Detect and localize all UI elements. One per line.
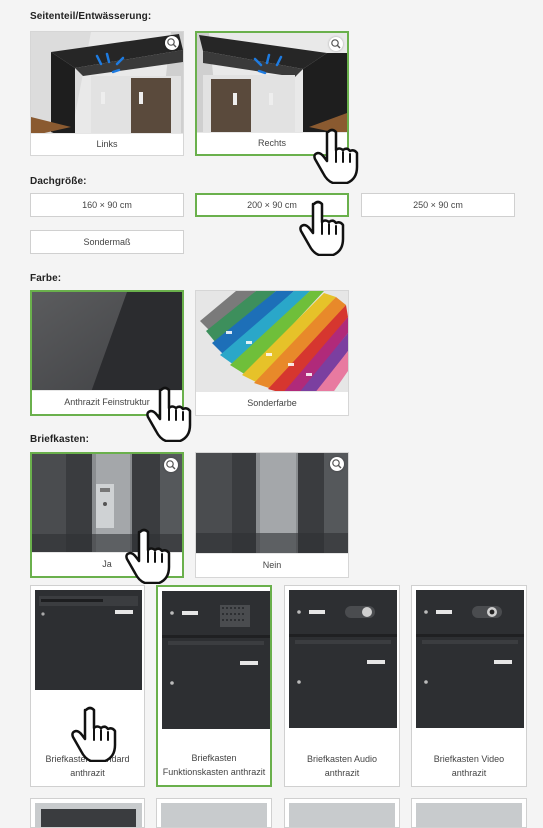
zoom-icon[interactable] (165, 36, 179, 50)
option-label: Sonderfarbe (196, 391, 348, 415)
option-label: Nein (196, 553, 348, 577)
option-briefkasten-ja[interactable]: Ja (30, 452, 184, 578)
mailbox-label: Briefkasten Standard anthrazit (45, 754, 130, 778)
mailbox-row2-item[interactable] (411, 798, 527, 828)
mailbox-steel-image (416, 803, 522, 827)
option-dach-sondermass[interactable]: Sondermaß (30, 230, 184, 254)
canopy-left-image (31, 32, 183, 136)
zoom-icon[interactable] (330, 457, 344, 471)
option-seitenteil-links[interactable]: Links (30, 31, 184, 156)
option-dach-200[interactable]: 200 × 90 cm (195, 193, 349, 217)
section-title-farbe: Farbe: (30, 273, 62, 284)
mailbox-video[interactable]: Briefkasten Video anthrazit (411, 585, 527, 787)
section-title-briefkasten: Briefkasten: (30, 434, 89, 445)
option-dach-160[interactable]: 160 × 90 cm (30, 193, 184, 217)
option-farbe-sonderfarbe[interactable]: Sonderfarbe (195, 290, 349, 416)
color-fan-image (196, 291, 348, 394)
mailbox-funktionskasten-image (162, 591, 270, 729)
option-farbe-anthrazit[interactable]: Anthrazit Feinstruktur (30, 290, 184, 416)
zoom-icon[interactable] (329, 37, 343, 51)
mailbox-audio[interactable]: Briefkasten Audio anthrazit (284, 585, 400, 787)
option-label: Rechts (197, 132, 347, 154)
mailbox-label: Briefkasten Funktionskasten anthrazit (162, 753, 266, 777)
mailbox-ja-image (32, 454, 182, 557)
mailbox-steel-image (35, 803, 142, 827)
mailbox-nein-image (196, 453, 348, 556)
option-label: Anthrazit Feinstruktur (32, 390, 182, 414)
mailbox-row2-item[interactable] (30, 798, 145, 828)
mailbox-row2-item[interactable] (156, 798, 272, 828)
canopy-right-image (197, 33, 347, 135)
mailbox-label: Briefkasten Video anthrazit (433, 754, 505, 778)
option-label: Links (31, 133, 183, 155)
mailbox-audio-image (289, 590, 397, 728)
zoom-icon[interactable] (164, 458, 178, 472)
mailbox-steel-image (161, 803, 267, 827)
mailbox-label: Briefkasten Audio anthrazit (306, 754, 378, 778)
mailbox-steel-image (289, 803, 395, 827)
mailbox-row2-item[interactable] (284, 798, 400, 828)
section-title-dachgroesse: Dachgröße: (30, 176, 87, 187)
mailbox-standard-image (35, 590, 142, 690)
mailbox-video-image (416, 590, 524, 728)
mailbox-standard[interactable]: Briefkasten Standard anthrazit (30, 585, 145, 787)
option-briefkasten-nein[interactable]: Nein (195, 452, 349, 578)
option-seitenteil-rechts[interactable]: Rechts (195, 31, 349, 156)
mailbox-funktionskasten[interactable]: Briefkasten Funktionskasten anthrazit (156, 585, 272, 787)
option-dach-250[interactable]: 250 × 90 cm (361, 193, 515, 217)
anthracite-swatch-image (32, 292, 182, 395)
configurator: Seitenteil/Entwässerung: Links Rechts Da… (0, 0, 543, 828)
option-label: Ja (32, 552, 182, 576)
section-title-seitenteil: Seitenteil/Entwässerung: (30, 11, 152, 22)
